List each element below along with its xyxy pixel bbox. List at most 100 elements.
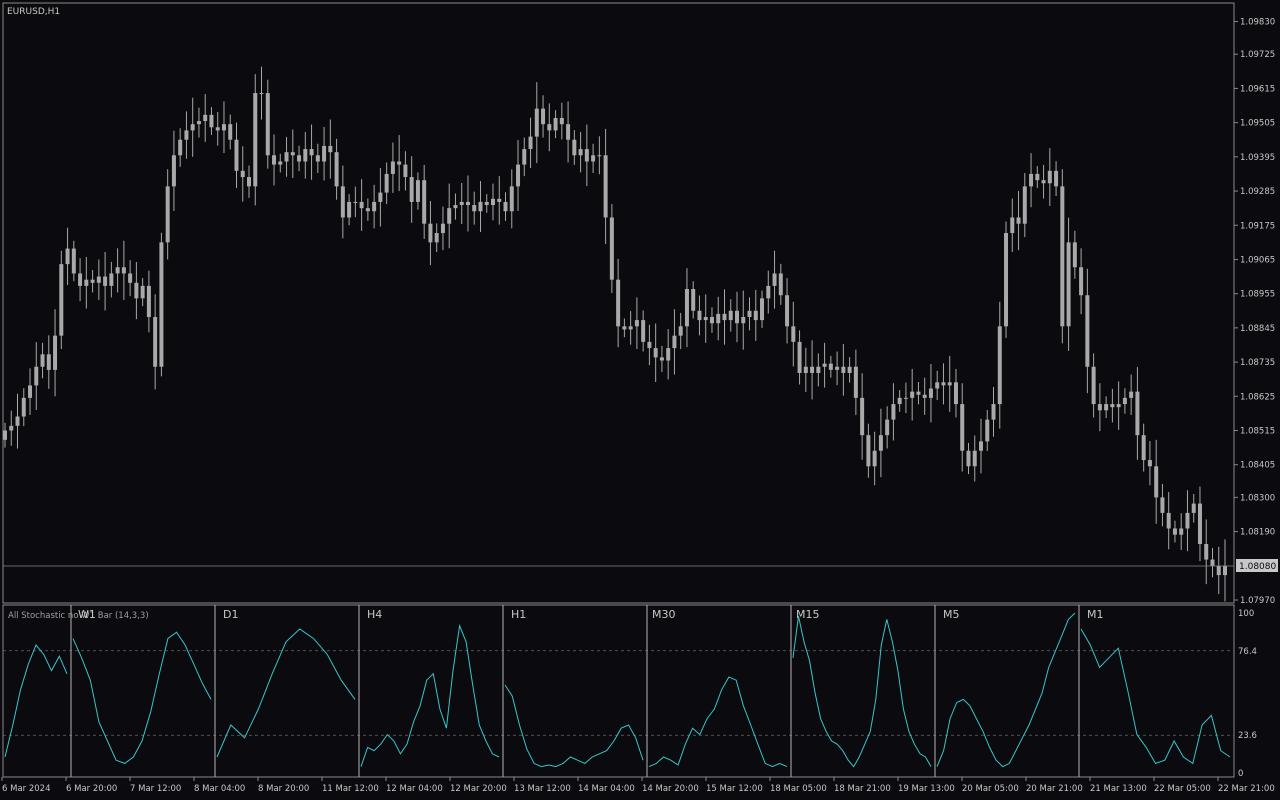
panel-label-w1: W1 <box>78 608 96 621</box>
candle-body <box>709 316 714 324</box>
candle-body <box>522 149 527 165</box>
price-tick-label: 1.09505 <box>1240 119 1275 129</box>
candle-body <box>641 320 646 342</box>
candle-body <box>747 310 752 317</box>
candle-body <box>979 441 983 451</box>
candle-body <box>1179 528 1184 535</box>
candle-body <box>447 208 452 224</box>
candle-body <box>634 320 639 327</box>
candle-body <box>559 117 564 125</box>
candle-body <box>215 127 220 131</box>
time-tick-label: 22 Mar 21:00 <box>1218 784 1275 794</box>
symbol-title: EURUSD,H1 <box>7 7 60 17</box>
candle-body <box>997 326 1002 405</box>
candle-body <box>922 394 927 398</box>
candle-body <box>115 267 120 274</box>
candle-body <box>34 366 39 386</box>
candle-body <box>659 357 664 361</box>
candle-body <box>190 124 195 131</box>
candle-body <box>1079 267 1084 296</box>
candle-body <box>253 93 258 187</box>
candle-body <box>240 170 245 178</box>
candle-body <box>691 289 696 311</box>
panel-label-h1: H1 <box>511 608 526 621</box>
price-tick-label: 1.07970 <box>1240 596 1275 606</box>
candle-body <box>1129 391 1134 398</box>
candle-body <box>653 348 658 358</box>
candle-body <box>422 180 427 224</box>
time-tick-label: 14 Mar 04:00 <box>578 784 635 794</box>
candle-body <box>972 450 977 467</box>
candle-body <box>328 145 333 153</box>
candle-body <box>272 155 277 165</box>
candle-body <box>547 124 552 131</box>
candle-body <box>584 149 589 162</box>
candle-body <box>59 264 64 336</box>
candle-body <box>572 139 577 156</box>
time-tick-label: 12 Mar 04:00 <box>386 784 443 794</box>
candle-body <box>1166 512 1171 529</box>
candle-body <box>1054 170 1059 187</box>
time-tick-label: 19 Mar 13:00 <box>898 784 955 794</box>
chart-root[interactable]: EURUSD,H1 1.09830 1.09725 1.09615 1.09505 1.… <box>0 0 1280 800</box>
candle-body <box>265 93 270 156</box>
candle-body <box>40 354 45 367</box>
candle-body <box>315 155 320 162</box>
candle-body <box>159 242 164 367</box>
candle-body <box>1041 180 1046 184</box>
panel-label-m30: M30 <box>652 608 676 621</box>
candle-body <box>1104 404 1109 411</box>
candle-body <box>459 201 464 206</box>
candle-body <box>65 248 70 265</box>
candle-body <box>196 121 201 125</box>
candle-body <box>760 298 765 321</box>
candle-body <box>822 363 827 367</box>
candle-body <box>678 326 683 336</box>
candle-body <box>684 289 689 327</box>
candle-body <box>415 180 420 202</box>
candle-body <box>372 201 377 212</box>
candle-body <box>728 310 733 321</box>
candle-body <box>828 363 833 370</box>
candle-body <box>1185 512 1190 529</box>
candle-body <box>766 285 771 299</box>
time-tick-label: 12 Mar 20:00 <box>450 784 507 794</box>
candle-body <box>966 450 971 467</box>
candle-body <box>953 382 958 405</box>
candle-body <box>178 139 183 156</box>
level-label: 100 <box>1238 609 1254 619</box>
candle-body <box>941 382 946 386</box>
time-tick-label: 8 Mar 04:00 <box>194 784 245 794</box>
candle-body <box>184 130 189 140</box>
candle-body <box>1122 397 1127 405</box>
candle-body <box>453 205 458 209</box>
candle-body <box>1160 497 1165 513</box>
candle-body <box>259 93 264 95</box>
candle-body <box>165 186 170 243</box>
candle-body <box>803 366 808 373</box>
candle-body <box>847 366 852 373</box>
candle-body <box>340 186 345 218</box>
candle-body <box>109 273 114 286</box>
candle-body <box>935 382 940 389</box>
candle-body <box>15 416 20 426</box>
time-tick-label: 6 Mar 2024 <box>2 784 50 794</box>
time-tick-label: 11 Mar 12:00 <box>322 784 379 794</box>
price-tick-label: 1.08735 <box>1240 358 1275 368</box>
candle-body <box>603 155 608 218</box>
candle-body <box>785 295 790 327</box>
candle-body <box>597 155 602 157</box>
time-tick-label: 22 Mar 05:00 <box>1154 784 1211 794</box>
candle-body <box>666 348 671 361</box>
panel-label-m5: M5 <box>943 608 960 621</box>
candle-body <box>203 114 208 122</box>
candle-body <box>903 397 908 399</box>
candle-body <box>3 430 7 440</box>
candle-body <box>153 316 158 367</box>
candle-body <box>985 419 990 442</box>
candle-body <box>484 201 489 206</box>
candle-body <box>28 385 33 398</box>
candle-body <box>434 233 439 243</box>
candle-body <box>472 205 477 212</box>
candle-body <box>1091 366 1096 405</box>
